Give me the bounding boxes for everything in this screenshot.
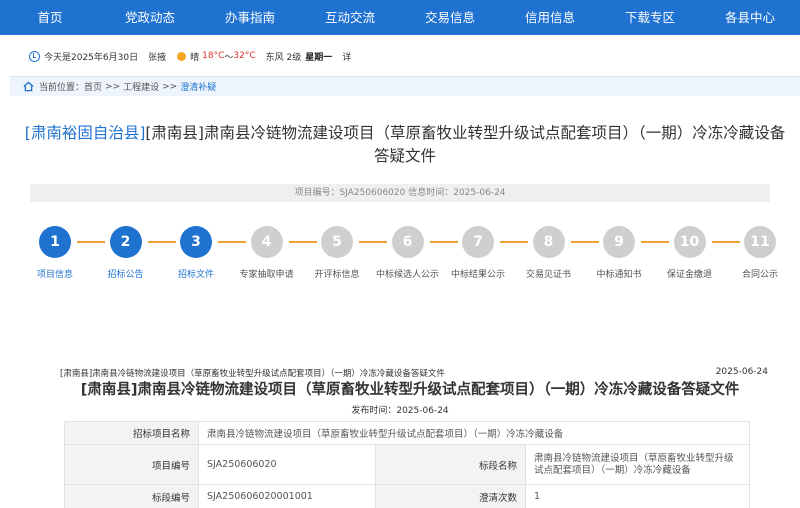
nav-item-interaction[interactable]: 互动交流 <box>300 0 400 35</box>
table-value-cell: 肃南县冷链物流建设项目（草原畜牧业转型升级试点配套项目）（一期）冷冻冷藏设备 <box>525 444 750 485</box>
step-number: 4 <box>250 226 283 258</box>
breadcrumb: 当前位置： 首页 >> 工程建设 >> 澄清补疑 <box>10 76 800 96</box>
table-value-cell: 肃南县冷链物流建设项目（草原畜牧业转型升级试点配套项目）（一期）冷冻冷藏设备 <box>198 421 750 445</box>
breadcrumb-sep: >> <box>162 81 178 92</box>
step-number: 5 <box>321 226 353 258</box>
clock-icon <box>29 50 40 62</box>
table-value-cell: SJA250606020001001 <box>198 484 376 508</box>
step-number: 3 <box>180 226 212 258</box>
step-label: 项目信息 <box>36 270 73 280</box>
breadcrumb-sep: >> <box>105 81 121 92</box>
step-1[interactable]: 1 项目信息 <box>20 222 90 280</box>
step-label: 中标候选人公示 <box>375 270 439 280</box>
date-text: 今天是2025年6月30日 <box>44 52 139 63</box>
weather-detail-link[interactable]: 详 <box>342 50 351 63</box>
nav-item-credit-info[interactable]: 信用信息 <box>500 0 600 35</box>
temp-high: 32°C <box>233 51 256 61</box>
nav-item-download[interactable]: 下载专区 <box>600 0 700 35</box>
step-label: 中标通知书 <box>596 270 642 280</box>
step-number: 11 <box>744 226 776 258</box>
breadcrumb-category[interactable]: 工程建设 <box>123 80 159 93</box>
step-number: 6 <box>391 226 424 258</box>
table-header-cell: 项目编号 <box>64 444 199 485</box>
step-11[interactable]: 11 合同公示 <box>725 222 795 280</box>
step-number: 9 <box>603 226 635 258</box>
step-label: 中标结果公示 <box>450 270 505 280</box>
step-label: 招标文件 <box>177 270 214 280</box>
table-header-cell: 标段编号 <box>64 484 199 508</box>
weekday-text: 星期一 <box>305 52 333 63</box>
step-label: 保证金缴退 <box>666 270 712 280</box>
bid-info-table: 招标项目名称 肃南县冷链物流建设项目（草原畜牧业转型升级试点配套项目）（一期）冷… <box>64 421 750 508</box>
step-3[interactable]: 3 招标文件 <box>161 222 231 280</box>
wind-text: 东风 2级 <box>265 52 302 63</box>
temp-separator: ～ <box>224 52 234 63</box>
step-label: 合同公示 <box>741 270 778 280</box>
table-row: 招标项目名称 肃南县冷链物流建设项目（草原畜牧业转型升级试点配套项目）（一期）冷… <box>64 421 750 445</box>
step-6[interactable]: 6 中标候选人公示 <box>373 222 443 280</box>
region-tag-link[interactable]: [肃南裕固自治县] <box>25 124 146 142</box>
table-header-cell: 澄清次数 <box>375 484 526 508</box>
step-4[interactable]: 4 专家抽取申请 <box>232 222 302 280</box>
step-8[interactable]: 8 交易见证书 <box>514 222 584 280</box>
page-title-text: [肃南县]肃南县冷链物流建设项目（草原畜牧业转型升级试点配套项目）（一期）冷冻冷… <box>145 124 786 165</box>
nav-item-party-news[interactable]: 党政动态 <box>100 0 200 35</box>
table-header-cell: 标段名称 <box>375 444 526 485</box>
step-label: 专家抽取申请 <box>239 270 294 280</box>
step-number: 1 <box>39 226 71 258</box>
step-5[interactable]: 5 开评标信息 <box>302 222 372 280</box>
process-steps: 1 项目信息 2 招标公告 3 招标文件 4 专家抽取申请 5 开评标信息 6 … <box>0 222 800 292</box>
top-nav: 首页 党政动态 办事指南 互动交流 交易信息 信用信息 下载专区 各县中心 <box>0 0 800 35</box>
page-title: [肃南裕固自治县][肃南县]肃南县冷链物流建设项目（草原畜牧业转型升级试点配套项… <box>20 122 790 168</box>
home-icon <box>23 81 34 92</box>
step-number: 8 <box>532 226 565 258</box>
date-weather-bar: 今天是2025年6月30日 张掖 晴 18°C ～ 32°C 东风 2级 星期一… <box>0 36 800 76</box>
nav-item-county-centers[interactable]: 各县中心 <box>700 0 800 35</box>
step-2[interactable]: 2 招标公告 <box>91 222 161 280</box>
step-label: 开评标信息 <box>314 270 360 280</box>
table-value-cell: 1 <box>525 484 750 508</box>
doc-title: [肃南县]肃南县冷链物流建设项目（草原畜牧业转型升级试点配套项目）（一期）冷冻冷… <box>80 382 740 398</box>
step-9[interactable]: 9 中标通知书 <box>584 222 654 280</box>
table-row: 标段编号 SJA250606020001001 澄清次数 1 <box>64 484 750 508</box>
nav-item-home[interactable]: 首页 <box>0 0 100 35</box>
project-meta: 项目编号：SJA250606020 信息时间：2025-06-24 <box>30 184 770 202</box>
step-label: 招标公告 <box>107 270 144 280</box>
table-header-cell: 招标项目名称 <box>64 421 199 445</box>
step-7[interactable]: 7 中标结果公示 <box>443 222 513 280</box>
step-label: 交易见证书 <box>525 270 571 280</box>
table-value-cell: SJA250606020 <box>198 444 376 485</box>
sun-icon <box>177 51 187 61</box>
step-number: 7 <box>462 226 494 258</box>
step-number: 2 <box>109 226 142 258</box>
nav-item-guide[interactable]: 办事指南 <box>200 0 300 35</box>
doc-publish-time: 发布时间：2025-06-24 <box>351 406 449 416</box>
weather-text: 晴 <box>190 52 200 63</box>
breadcrumb-home[interactable]: 首页 <box>84 80 102 93</box>
doc-date: 2025-06-24 <box>715 367 768 377</box>
step-number: 10 <box>673 226 706 258</box>
step-10[interactable]: 10 保证金缴退 <box>655 222 725 280</box>
nav-item-trade-info[interactable]: 交易信息 <box>400 0 500 35</box>
breadcrumb-prefix: 当前位置： <box>39 83 85 93</box>
temp-low: 18°C <box>202 51 225 61</box>
table-row: 项目编号 SJA250606020 标段名称 肃南县冷链物流建设项目（草原畜牧业… <box>64 444 750 485</box>
breadcrumb-current[interactable]: 澄清补疑 <box>180 80 216 93</box>
weather-location: 张掖 <box>148 52 167 63</box>
